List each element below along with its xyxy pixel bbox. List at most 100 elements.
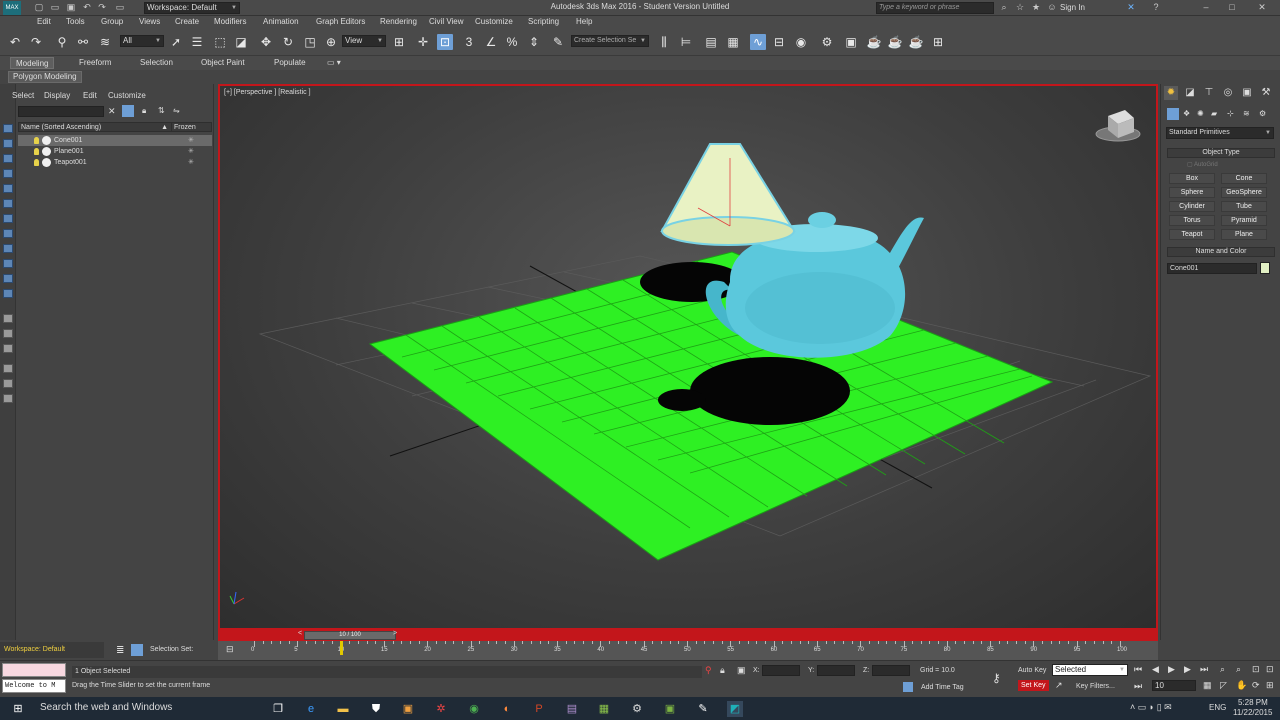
explorer-row-plane[interactable]: Plane001 ✳ xyxy=(18,146,212,157)
cone-button[interactable]: Cone xyxy=(1221,173,1267,184)
shapes-icon[interactable]: ❖ xyxy=(1183,109,1190,118)
torus-button[interactable]: Torus xyxy=(1169,215,1215,226)
helpers-icon[interactable]: ⊹ xyxy=(1227,109,1234,118)
maximize-viewport-icon[interactable]: ⊞ xyxy=(1266,680,1274,691)
create-tab-icon[interactable]: ✹ xyxy=(1164,86,1178,100)
orbit-icon[interactable]: ⟳ xyxy=(1252,680,1260,691)
y-coordinate-field[interactable] xyxy=(817,665,855,676)
keyboard-shortcut-override-icon[interactable]: ⊡ xyxy=(437,34,453,50)
menu-views[interactable]: Views xyxy=(139,17,160,26)
motion-tab-icon[interactable]: ◎ xyxy=(1221,86,1235,100)
maxscript-listener-pink[interactable] xyxy=(2,663,66,677)
layer-explorer-icon[interactable]: ▤ xyxy=(703,34,719,50)
angle-snap-icon[interactable]: ∠ xyxy=(483,34,499,50)
key-filters-button[interactable]: Key Filters... xyxy=(1076,683,1115,690)
app-icon-12[interactable]: ⚙ xyxy=(629,701,645,717)
add-time-tag-icon[interactable] xyxy=(903,682,913,692)
menu-modifiers[interactable]: Modifiers xyxy=(214,17,246,26)
explorer-menu-edit[interactable]: Edit xyxy=(83,91,97,100)
named-selection-sets-dropdown[interactable]: Create Selection Se ▼ xyxy=(571,35,649,47)
tool-icon-18[interactable] xyxy=(3,394,13,403)
cameras-icon[interactable]: ▰ xyxy=(1211,109,1217,118)
tool-icon-8[interactable] xyxy=(3,229,13,238)
region-select-icon[interactable]: ⬚ xyxy=(212,34,228,50)
app-icon-14[interactable]: ✎ xyxy=(695,701,711,717)
play-icon[interactable]: ▶ xyxy=(1168,664,1175,675)
add-time-tag[interactable]: Add Time Tag xyxy=(921,684,964,691)
track-bar-icon[interactable]: ⊟ xyxy=(226,644,234,655)
explorer-search-input[interactable] xyxy=(18,106,104,117)
menu-rendering[interactable]: Rendering xyxy=(380,17,417,26)
explorer-menu-customize[interactable]: Customize xyxy=(108,91,146,100)
pyramid-button[interactable]: Pyramid xyxy=(1221,215,1267,226)
zoom-extents-all-icon[interactable]: ⊡ xyxy=(1266,664,1274,675)
geosphere-button[interactable]: GeoSphere xyxy=(1221,187,1267,198)
visibility-icon[interactable] xyxy=(42,158,51,167)
isolate-selection-icon[interactable]: ⚲ xyxy=(705,665,712,676)
scale-icon[interactable]: ◳ xyxy=(302,34,318,50)
tool-icon-7[interactable] xyxy=(3,214,13,223)
close-icon[interactable]: ✕ xyxy=(1256,2,1268,13)
menu-help[interactable]: Help xyxy=(576,17,592,26)
key-selection-dropdown[interactable]: Selected ▼ xyxy=(1052,664,1128,676)
selection-filter-dropdown[interactable]: All ▼ xyxy=(120,35,164,47)
category-dropdown[interactable]: Standard Primitives ▼ xyxy=(1166,127,1274,139)
reference-coordinate-dropdown[interactable]: View ▼ xyxy=(342,35,386,47)
tab-object-paint[interactable]: Object Paint xyxy=(196,57,250,69)
visibility-icon[interactable] xyxy=(42,136,51,145)
language-indicator[interactable]: ENG xyxy=(1209,703,1226,712)
time-configuration-icon[interactable]: ▦ xyxy=(1203,680,1212,691)
x-coordinate-field[interactable] xyxy=(762,665,800,676)
app-icon-13[interactable]: ▣ xyxy=(662,701,678,717)
utilities-tab-icon[interactable]: ⚒ xyxy=(1259,86,1273,100)
tool-icon-13[interactable] xyxy=(3,314,13,323)
tool-icon-4[interactable] xyxy=(3,169,13,178)
space-warps-icon[interactable]: ≋ xyxy=(1243,109,1250,118)
auto-key-button[interactable]: Auto Key xyxy=(1018,667,1046,674)
frozen-icon[interactable]: ✳ xyxy=(188,146,194,157)
tube-button[interactable]: Tube xyxy=(1221,201,1267,212)
spinner-snap-icon[interactable]: ⇕ xyxy=(526,34,542,50)
rendered-frame-window-icon[interactable]: ▣ xyxy=(843,34,859,50)
pan-icon[interactable]: ✋ xyxy=(1236,680,1247,691)
powerpoint-icon[interactable]: P xyxy=(531,701,547,717)
render-iterative-icon[interactable]: ☕ xyxy=(887,34,903,50)
maxscript-listener[interactable]: Welcome to M xyxy=(2,679,66,693)
display-all-icon[interactable] xyxy=(122,105,134,117)
window-crossing-icon[interactable]: ◪ xyxy=(233,34,249,50)
modify-tab-icon[interactable]: ◪ xyxy=(1183,86,1197,100)
menu-civil-view[interactable]: Civil View xyxy=(429,17,464,26)
teapot-button[interactable]: Teapot xyxy=(1169,229,1215,240)
curve-editor-icon[interactable]: ∿ xyxy=(750,34,766,50)
polygon-modeling-panel[interactable]: Polygon Modeling xyxy=(8,71,82,83)
clock-date[interactable]: 11/22/2015 xyxy=(1233,708,1272,717)
app-icon-6[interactable]: ✲ xyxy=(433,701,449,717)
lock-icon[interactable]: 🔒︎ xyxy=(142,106,146,116)
binoculars-icon[interactable]: ⌕ xyxy=(998,2,1010,13)
firefox-icon[interactable]: ◐ xyxy=(499,701,515,717)
frozen-icon[interactable]: ✳ xyxy=(188,135,194,146)
chrome-icon[interactable]: ◉ xyxy=(466,701,482,717)
visibility-icon[interactable] xyxy=(42,147,51,156)
schematic-view-icon[interactable]: ⊟ xyxy=(771,34,787,50)
sync-selection-icon[interactable]: ⇋ xyxy=(173,106,180,115)
explorer-menu-display[interactable]: Display xyxy=(44,91,70,100)
sign-in-link[interactable]: Sign In xyxy=(1060,3,1085,12)
display-tab-icon[interactable]: ▣ xyxy=(1240,86,1254,100)
rollout-name-color[interactable]: Name and Color xyxy=(1167,247,1275,257)
track-bar[interactable]: ⊟ 05101520253035404550556065707580859095… xyxy=(218,641,1158,660)
cylinder-button[interactable]: Cylinder xyxy=(1169,201,1215,212)
exchange-icon[interactable]: ✕ xyxy=(1125,2,1137,13)
render-online-icon[interactable]: ⊞ xyxy=(930,34,946,50)
percent-snap-icon[interactable]: % xyxy=(504,34,520,50)
align-icon[interactable]: ⊨ xyxy=(678,34,694,50)
lock-selection-icon[interactable]: 🔒︎ xyxy=(720,665,725,676)
rotate-icon[interactable]: ↻ xyxy=(280,34,296,50)
absolute-mode-icon[interactable]: ▣ xyxy=(737,665,746,676)
object-name-field[interactable]: Cone001 xyxy=(1167,263,1257,274)
taskbar-search[interactable]: Search the web and Windows xyxy=(40,702,172,713)
light-bulb-icon[interactable] xyxy=(34,159,39,166)
maximize-icon[interactable]: □ xyxy=(1226,2,1238,13)
toggle-ribbon-icon[interactable]: ▦ xyxy=(725,34,741,50)
light-bulb-icon[interactable] xyxy=(34,148,39,155)
